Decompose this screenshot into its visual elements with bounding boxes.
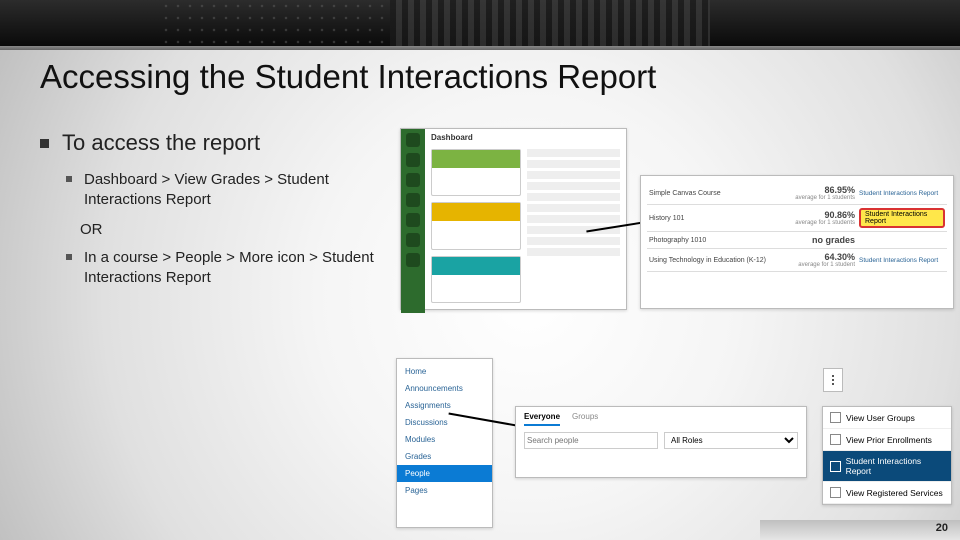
bullet-lvl1: To access the report bbox=[40, 130, 380, 156]
menu-item-icon bbox=[830, 461, 841, 472]
bullet-content: To access the report Dashboard > View Gr… bbox=[40, 130, 380, 298]
screenshot-dashboard: Dashboard bbox=[400, 128, 627, 310]
student-interactions-link: Student Interactions Report bbox=[859, 257, 938, 264]
tab-everyone: Everyone bbox=[524, 412, 560, 426]
more-menu-item: Student Interactions Report bbox=[823, 451, 951, 482]
screenshot-people-panel: Everyone Groups All Roles bbox=[515, 406, 807, 478]
dashboard-header: Dashboard bbox=[431, 133, 473, 142]
course-nav-item: People bbox=[397, 465, 492, 482]
student-interactions-link: Student Interactions Report bbox=[859, 190, 938, 197]
menu-item-icon bbox=[830, 487, 841, 498]
slide-title: Accessing the Student Interactions Repor… bbox=[40, 58, 656, 96]
course-nav-item: Home bbox=[397, 363, 492, 380]
course-nav-item: Announcements bbox=[397, 380, 492, 397]
grades-row: History 10190.86%average for 1 studentsS… bbox=[647, 205, 947, 232]
grades-row: Using Technology in Education (K-12)64.3… bbox=[647, 249, 947, 272]
course-nav-item: Pages bbox=[397, 482, 492, 499]
course-nav-item: Grades bbox=[397, 448, 492, 465]
screenshot-grades-table: Simple Canvas Course86.95%average for 1 … bbox=[640, 175, 954, 309]
course-nav-item: Discussions bbox=[397, 414, 492, 431]
course-nav-item: Assignments bbox=[397, 397, 492, 414]
more-menu-item: View Registered Services bbox=[823, 482, 951, 504]
screenshot-more-menu: View User GroupsView Prior EnrollmentsSt… bbox=[822, 406, 952, 505]
search-people-input bbox=[524, 432, 658, 449]
role-select: All Roles bbox=[664, 432, 798, 449]
tab-groups: Groups bbox=[572, 412, 598, 426]
course-nav-item: Modules bbox=[397, 431, 492, 448]
grades-row: Photography 1010no grades bbox=[647, 232, 947, 249]
student-interactions-link-highlighted: Student Interactions Report bbox=[859, 208, 945, 228]
more-menu-item: View User Groups bbox=[823, 407, 951, 429]
page-number: 20 bbox=[936, 522, 948, 534]
menu-item-icon bbox=[830, 434, 841, 445]
banner-divider bbox=[0, 46, 960, 50]
menu-item-icon bbox=[830, 412, 841, 423]
bullet-path-course: In a course > People > More icon > Stude… bbox=[66, 248, 380, 289]
decorative-banner bbox=[0, 0, 960, 46]
screenshot-course-nav: HomeAnnouncementsAssignmentsDiscussionsM… bbox=[396, 358, 493, 528]
footer-bar bbox=[760, 520, 960, 540]
more-icon bbox=[823, 368, 843, 392]
bullet-or: OR bbox=[80, 221, 380, 238]
bullet-path-dashboard: Dashboard > View Grades > Student Intera… bbox=[66, 170, 380, 211]
grades-row: Simple Canvas Course86.95%average for 1 … bbox=[647, 182, 947, 205]
more-menu-item: View Prior Enrollments bbox=[823, 429, 951, 451]
